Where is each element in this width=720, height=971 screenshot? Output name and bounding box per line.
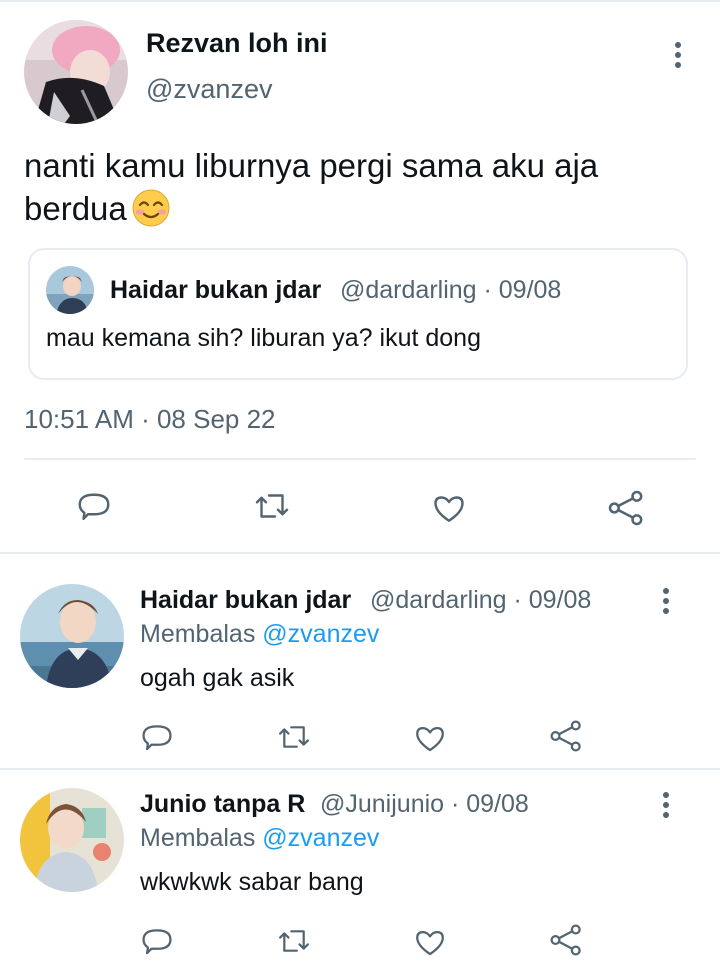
- author-handle[interactable]: @zvanzev: [146, 74, 272, 105]
- replying-to-link[interactable]: @zvanzev: [262, 824, 379, 852]
- quoted-tweet-text: mau kemana sih? liburan ya? ikut dong: [46, 324, 481, 352]
- tweet-timestamp[interactable]: 10:51 AM · 08 Sep 22: [24, 404, 276, 435]
- retweet-icon[interactable]: [276, 924, 312, 958]
- more-options-icon[interactable]: [662, 792, 670, 822]
- replying-to: Membalas @zvanzev: [140, 824, 379, 853]
- retweet-icon[interactable]: [276, 720, 312, 754]
- like-icon[interactable]: [413, 721, 447, 755]
- like-icon[interactable]: [413, 925, 447, 959]
- quoted-avatar: [46, 266, 94, 314]
- avatar[interactable]: [20, 584, 124, 688]
- quoted-tweet[interactable]: Haidar bukan jdar @dardarling · 09/08 ma…: [28, 248, 688, 380]
- smiling-face-emoji-icon: [131, 188, 171, 238]
- author-name[interactable]: Junio tanpa R: [140, 790, 305, 819]
- share-icon[interactable]: [548, 718, 584, 754]
- replying-to-prefix: Membalas: [140, 620, 256, 648]
- top-divider: [0, 0, 720, 6]
- avatar[interactable]: [24, 20, 128, 124]
- quoted-author-meta: @dardarling · 09/08: [340, 276, 562, 304]
- author-name[interactable]: Rezvan loh ini: [146, 28, 328, 59]
- share-icon[interactable]: [606, 488, 646, 528]
- reply-text: ogah gak asik: [140, 664, 295, 692]
- replying-to: Membalas @zvanzev: [140, 620, 379, 649]
- author-meta: @dardarling · 09/08: [370, 586, 592, 614]
- reply-icon[interactable]: [76, 488, 112, 524]
- author-meta: @Junijunio · 09/08: [320, 790, 529, 818]
- reply-text: wkwkwk sabar bang: [140, 868, 364, 896]
- tweet-text: nanti kamu liburnya pergi sama aku aja b…: [24, 144, 684, 238]
- tweet-text-body: nanti kamu liburnya pergi sama aku aja b…: [24, 147, 599, 227]
- more-options-icon[interactable]: [662, 588, 670, 618]
- reply-icon[interactable]: [140, 924, 174, 958]
- author-name[interactable]: Haidar bukan jdar: [140, 586, 351, 615]
- share-icon[interactable]: [548, 922, 584, 958]
- replying-to-link[interactable]: @zvanzev: [262, 620, 379, 648]
- reply-tweet[interactable]: Junio tanpa R @Junijunio · 09/08 Membala…: [0, 758, 720, 960]
- retweet-icon[interactable]: [252, 488, 292, 524]
- reply-icon[interactable]: [140, 720, 174, 754]
- avatar[interactable]: [20, 788, 124, 892]
- more-options-icon[interactable]: [674, 42, 682, 72]
- reply-tweet[interactable]: Haidar bukan jdar @dardarling · 09/08 Me…: [0, 554, 720, 756]
- replying-to-prefix: Membalas: [140, 824, 256, 852]
- like-icon[interactable]: [430, 490, 468, 526]
- quoted-author-name: Haidar bukan jdar: [110, 276, 322, 304]
- divider: [24, 458, 696, 460]
